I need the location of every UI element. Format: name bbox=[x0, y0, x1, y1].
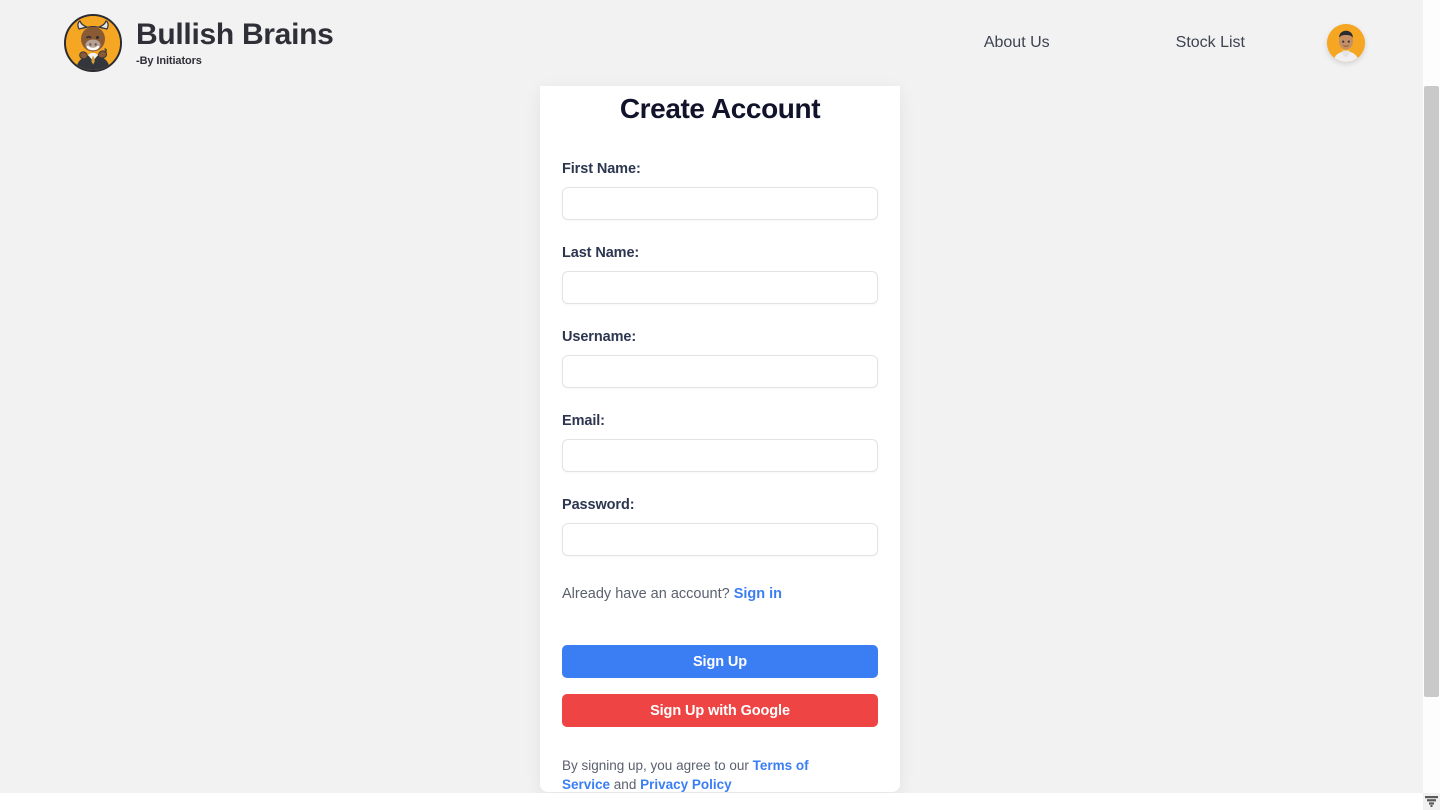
last-name-label: Last Name: bbox=[562, 245, 640, 261]
chevron-down-icon bbox=[1425, 796, 1438, 807]
brand-subtitle: -By Initiators bbox=[136, 54, 202, 67]
email-input[interactable] bbox=[562, 439, 878, 472]
privacy-policy-link[interactable]: Privacy Policy bbox=[640, 777, 732, 792]
brand-logo-link[interactable]: Bullish Brains -By Initiators bbox=[64, 14, 334, 72]
email-label: Email: bbox=[562, 413, 605, 429]
password-label: Password: bbox=[562, 497, 635, 513]
page-content: Bullish Brains -By Initiators About Us S… bbox=[0, 0, 1423, 793]
scroll-down-button[interactable] bbox=[1423, 776, 1440, 793]
user-avatar-icon[interactable] bbox=[1327, 24, 1365, 62]
first-name-label: First Name: bbox=[562, 161, 641, 177]
main-navigation: About Us Stock List bbox=[974, 24, 1365, 62]
terms-disclaimer: By signing up, you agree to our Terms of… bbox=[562, 756, 848, 793]
scrollbar-corner bbox=[1423, 793, 1440, 810]
horizontal-scrollbar-area bbox=[0, 793, 1440, 810]
field-group-last-name: Last Name: bbox=[562, 245, 878, 304]
signin-link[interactable]: Sign in bbox=[734, 586, 782, 602]
terms-middle-text: and bbox=[610, 777, 641, 793]
last-name-input[interactable] bbox=[562, 271, 878, 304]
terms-prefix-text: By signing up, you agree to our bbox=[562, 758, 753, 773]
password-input[interactable] bbox=[562, 523, 878, 556]
field-group-email: Email: bbox=[562, 413, 878, 472]
browser-viewport: Bullish Brains -By Initiators About Us S… bbox=[0, 0, 1440, 810]
vertical-scrollbar[interactable] bbox=[1423, 0, 1440, 793]
signin-prompt-text: Already have an account? bbox=[562, 586, 730, 602]
username-input[interactable] bbox=[562, 355, 878, 388]
sign-up-with-google-button[interactable]: Sign Up with Google bbox=[562, 694, 878, 727]
first-name-input[interactable] bbox=[562, 187, 878, 220]
field-group-password: Password: bbox=[562, 497, 878, 556]
field-group-username: Username: bbox=[562, 329, 878, 388]
signin-prompt-row: Already have an account? Sign in bbox=[562, 586, 878, 602]
nav-item-about-us[interactable]: About Us bbox=[974, 28, 1060, 58]
nav-item-stock-list[interactable]: Stock List bbox=[1166, 28, 1255, 58]
site-header: Bullish Brains -By Initiators About Us S… bbox=[0, 0, 1423, 86]
page-title: Create Account bbox=[619, 93, 821, 124]
scroll-up-button[interactable] bbox=[1423, 0, 1440, 17]
field-group-first-name: First Name: bbox=[562, 161, 878, 220]
username-label: Username: bbox=[562, 329, 637, 345]
brand-title: Bullish Brains bbox=[136, 18, 334, 52]
sign-up-button[interactable]: Sign Up bbox=[562, 645, 878, 678]
bull-mascot-icon bbox=[64, 14, 122, 72]
vertical-scrollbar-thumb[interactable] bbox=[1424, 86, 1439, 697]
create-account-card: Create Account First Name: Last Name: Us… bbox=[540, 86, 900, 792]
